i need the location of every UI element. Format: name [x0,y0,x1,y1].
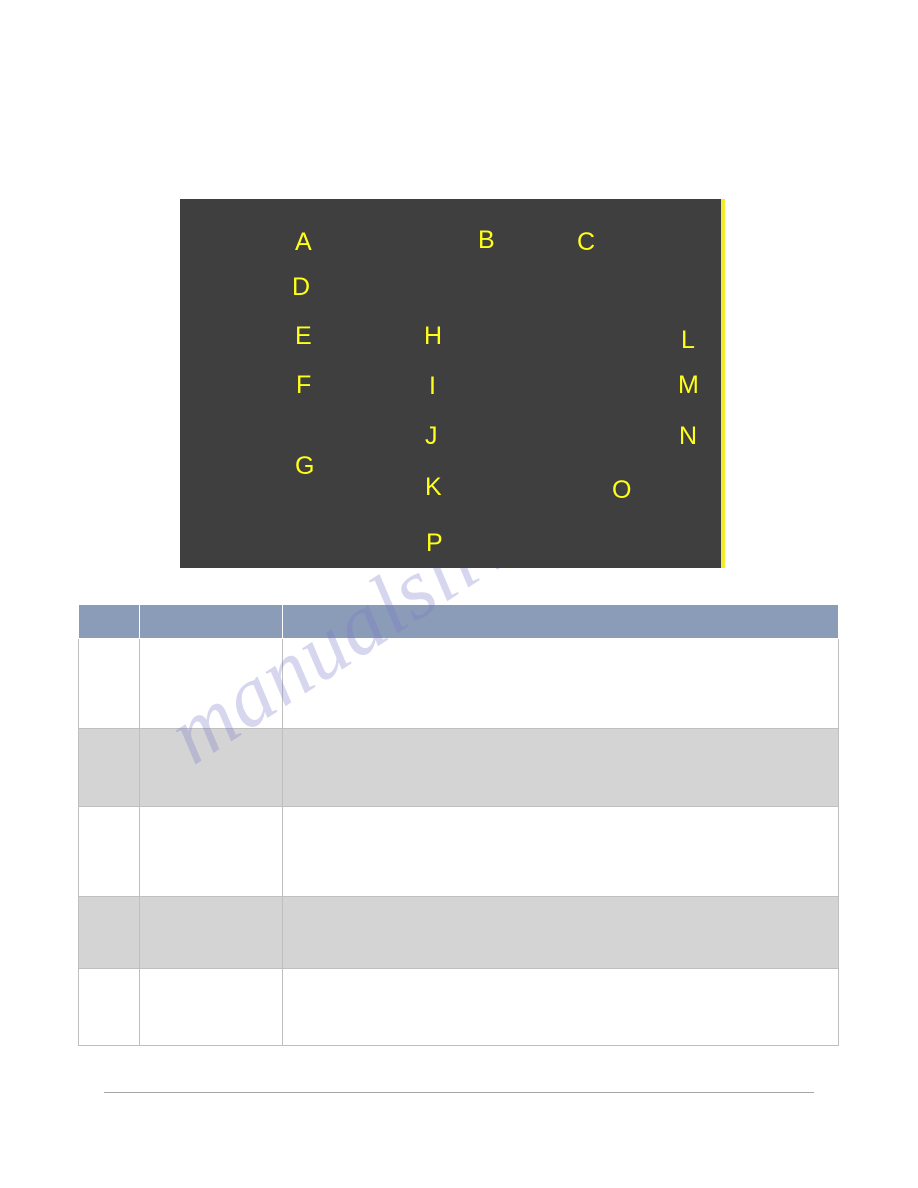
table-cell [282,968,839,1046]
table-body [78,638,839,1046]
table-cell [139,728,283,807]
table-row [78,728,839,807]
table-row [78,806,839,897]
table-cell [282,728,839,807]
table-row [78,638,839,729]
panel-inner [180,199,721,568]
legend-table [78,604,839,1046]
process-settings-panel [180,199,725,568]
table-header-cell [282,604,839,639]
table-cell [282,806,839,897]
table-cell [139,968,283,1046]
table-cell [139,896,283,969]
table-cell [78,896,140,969]
table-header-cell [139,604,283,639]
table-cell [139,638,283,729]
table-header-row [78,604,839,639]
footer-divider [104,1092,814,1093]
table-row [78,968,839,1046]
table-header-cell [78,604,140,639]
table-cell [282,896,839,969]
table-cell [78,638,140,729]
table-cell [139,806,283,897]
table-cell [282,638,839,729]
table-cell [78,806,140,897]
table-row [78,896,839,969]
table-cell [78,968,140,1046]
table-cell [78,728,140,807]
